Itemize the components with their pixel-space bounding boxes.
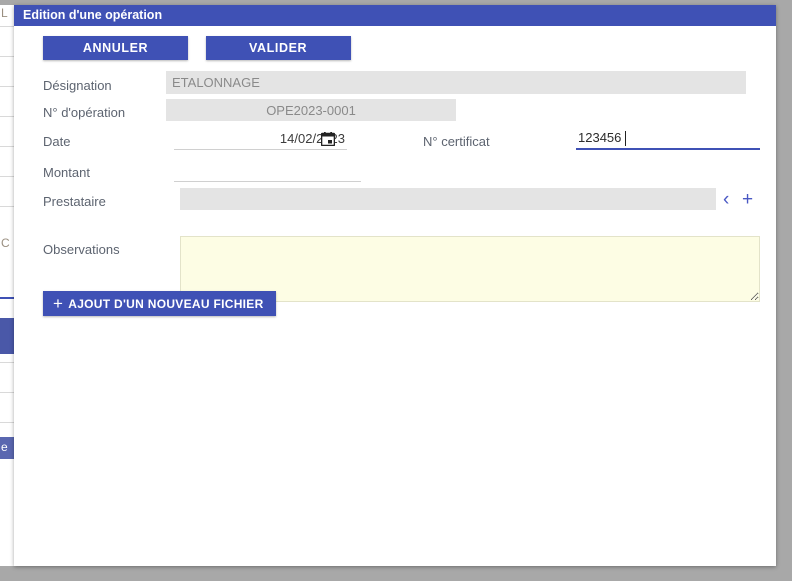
form-row-amount: Montant xyxy=(14,160,776,190)
designation-label: Désignation xyxy=(43,78,112,93)
validate-button[interactable]: VALIDER xyxy=(205,36,351,60)
cancel-button[interactable]: ANNULER xyxy=(43,36,188,60)
background-text-fragment: e xyxy=(1,440,8,454)
designation-input xyxy=(166,71,746,94)
background-text-fragment: L xyxy=(1,6,8,20)
chevron-left-icon[interactable]: ‹ xyxy=(723,190,729,209)
background-page: L C e xyxy=(0,0,14,581)
background-row-divider xyxy=(0,86,14,87)
background-button xyxy=(0,318,14,354)
provider-label: Prestataire xyxy=(43,194,106,209)
provider-input xyxy=(180,188,716,210)
date-label: Date xyxy=(43,134,71,149)
form-row-provider: Prestataire ‹ + xyxy=(14,188,776,218)
amount-input[interactable] xyxy=(174,160,361,182)
background-row-divider xyxy=(0,26,14,27)
dialog-title: Edition d'une opération xyxy=(14,5,776,26)
calendar-icon[interactable] xyxy=(320,132,336,147)
certificate-number-input[interactable] xyxy=(576,128,760,150)
edit-operation-dialog: Edition d'une opération ANNULER VALIDER … xyxy=(14,5,776,566)
dialog-action-bar: ANNULER VALIDER xyxy=(43,36,351,60)
background-text-fragment: C xyxy=(1,236,10,250)
background-row-divider xyxy=(0,206,14,207)
form-row-date-certificate: Date N° certificat xyxy=(14,128,776,158)
form-row-operation-number: N° d'opération xyxy=(14,99,776,127)
certificate-number-label: N° certificat xyxy=(423,134,490,149)
plus-icon: + xyxy=(53,294,64,313)
background-bottom-strip xyxy=(0,566,14,581)
background-row-divider xyxy=(0,56,14,57)
observations-label: Observations xyxy=(43,242,120,257)
background-row-divider xyxy=(0,116,14,117)
background-row-divider xyxy=(0,362,14,363)
form-row-designation: Désignation xyxy=(14,71,776,99)
add-file-label: AJOUT D'UN NOUVEAU FICHIER xyxy=(68,297,264,311)
background-row-divider xyxy=(0,146,14,147)
dialog-body: ANNULER VALIDER Désignation N° d'opérati… xyxy=(14,26,776,566)
background-field-underline xyxy=(0,297,14,299)
operation-number-input xyxy=(166,99,456,121)
background-row-divider xyxy=(0,176,14,177)
operation-number-label: N° d'opération xyxy=(43,105,126,120)
background-row-divider xyxy=(0,392,14,393)
amount-label: Montant xyxy=(43,165,90,180)
background-row-divider xyxy=(0,422,14,423)
background-top-strip xyxy=(0,0,14,5)
add-file-button[interactable]: + AJOUT D'UN NOUVEAU FICHIER xyxy=(43,291,276,316)
plus-icon[interactable]: + xyxy=(742,190,753,209)
text-cursor xyxy=(625,131,626,146)
